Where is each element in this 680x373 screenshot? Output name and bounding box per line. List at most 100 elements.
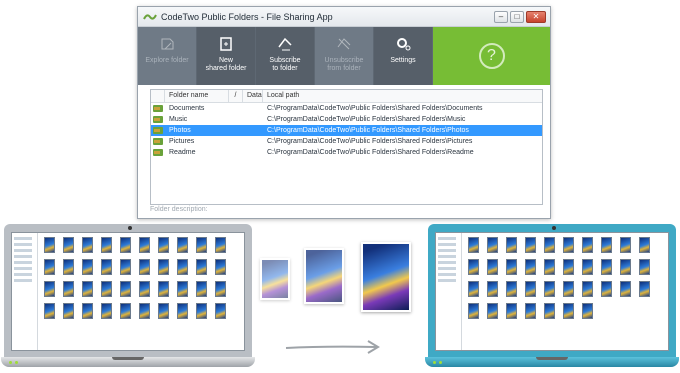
new-shared-folder-button[interactable]: New shared folder — [197, 27, 256, 85]
photo-thumbnail[interactable] — [601, 259, 612, 275]
photo-thumbnail[interactable] — [468, 259, 479, 275]
photo-thumbnail[interactable] — [63, 259, 74, 275]
header-folder-name[interactable]: Folder name — [165, 90, 229, 102]
photo-thumbnail[interactable] — [563, 259, 574, 275]
photo-thumbnail[interactable] — [468, 303, 479, 319]
photo-thumbnail[interactable] — [620, 237, 631, 253]
photo-thumbnail[interactable] — [506, 281, 517, 297]
photo-thumbnail[interactable] — [63, 303, 74, 319]
photo-thumbnail[interactable] — [215, 303, 226, 319]
photo-thumbnail[interactable] — [101, 281, 112, 297]
photo-thumbnail[interactable] — [582, 303, 593, 319]
photo-thumbnail[interactable] — [158, 237, 169, 253]
photo-thumbnail[interactable] — [639, 237, 650, 253]
photo-thumbnail[interactable] — [44, 303, 55, 319]
photo-thumbnail[interactable] — [639, 259, 650, 275]
photo-thumbnail[interactable] — [82, 259, 93, 275]
photo-thumbnail[interactable] — [139, 259, 150, 275]
photo-thumbnail[interactable] — [177, 303, 188, 319]
photo-thumbnail[interactable] — [582, 281, 593, 297]
photo-thumbnail[interactable] — [525, 237, 536, 253]
photo-thumbnail[interactable] — [158, 303, 169, 319]
photo-thumbnail[interactable] — [544, 303, 555, 319]
photo-thumbnail[interactable] — [468, 237, 479, 253]
maximize-button[interactable]: □ — [510, 10, 524, 23]
photo-thumbnail[interactable] — [563, 237, 574, 253]
photo-thumbnail[interactable] — [139, 281, 150, 297]
photo-thumbnail[interactable] — [196, 259, 207, 275]
photo-thumbnail[interactable] — [120, 259, 131, 275]
photo-thumbnail[interactable] — [177, 237, 188, 253]
photo-thumbnail[interactable] — [44, 281, 55, 297]
photo-thumbnail[interactable] — [139, 237, 150, 253]
photo-thumbnail[interactable] — [120, 237, 131, 253]
table-row[interactable]: Documents C:\ProgramData\CodeTwo\Public … — [151, 103, 542, 114]
photo-thumbnail[interactable] — [120, 303, 131, 319]
photo-thumbnail[interactable] — [215, 237, 226, 253]
minimize-button[interactable]: – — [494, 10, 508, 23]
photo-thumbnail[interactable] — [506, 259, 517, 275]
photo-thumbnail[interactable] — [563, 281, 574, 297]
photo-thumbnail[interactable] — [487, 281, 498, 297]
photo-thumbnail[interactable] — [101, 259, 112, 275]
photo-thumbnail[interactable] — [177, 259, 188, 275]
photo-thumbnail[interactable] — [620, 259, 631, 275]
window-controls: – □ ✕ — [494, 10, 550, 23]
photo-thumbnail[interactable] — [177, 281, 188, 297]
photo-thumbnail[interactable] — [44, 259, 55, 275]
photo-thumbnail[interactable] — [82, 281, 93, 297]
photo-thumbnail[interactable] — [639, 281, 650, 297]
photo-thumbnail[interactable] — [196, 303, 207, 319]
photo-thumbnail[interactable] — [487, 259, 498, 275]
photo-thumbnail[interactable] — [525, 303, 536, 319]
photo-thumbnail[interactable] — [506, 303, 517, 319]
photo-thumbnail[interactable] — [468, 281, 479, 297]
help-button[interactable]: ? — [478, 43, 505, 69]
photo-thumbnail[interactable] — [544, 237, 555, 253]
photo-thumbnail[interactable] — [101, 303, 112, 319]
folder-description-field[interactable]: Folder description: — [150, 206, 208, 213]
photo-thumbnail[interactable] — [487, 237, 498, 253]
photo-thumbnail[interactable] — [563, 303, 574, 319]
photo-thumbnail[interactable] — [601, 237, 612, 253]
photo-thumbnail[interactable] — [101, 237, 112, 253]
photo-thumbnail[interactable] — [525, 281, 536, 297]
photo-thumbnail[interactable] — [44, 237, 55, 253]
photo-thumbnail[interactable] — [139, 303, 150, 319]
photo-thumbnail[interactable] — [506, 237, 517, 253]
photo-thumbnail[interactable] — [120, 281, 131, 297]
folder-name-cell: Pictures — [169, 138, 195, 145]
table-row[interactable]: Readme C:\ProgramData\CodeTwo\Public Fol… — [151, 147, 542, 158]
subscribe-to-folder-button[interactable]: Subscribe to folder — [256, 27, 315, 85]
table-row[interactable]: Music C:\ProgramData\CodeTwo\Public Fold… — [151, 114, 542, 125]
shared-folder-icon — [153, 127, 163, 134]
photo-thumbnail[interactable] — [601, 281, 612, 297]
photo-thumbnail[interactable] — [582, 237, 593, 253]
header-data[interactable]: Data — [243, 90, 263, 102]
photo-thumbnail[interactable] — [620, 281, 631, 297]
photo-thumbnail[interactable] — [158, 259, 169, 275]
photo-thumbnail[interactable] — [487, 303, 498, 319]
photo-thumbnail[interactable] — [196, 237, 207, 253]
explore-folder-button[interactable]: Explore folder — [138, 27, 197, 85]
settings-button[interactable]: Settings — [374, 27, 433, 85]
photo-thumbnail[interactable] — [544, 259, 555, 275]
photo-thumbnail[interactable] — [544, 281, 555, 297]
header-slash[interactable]: / — [229, 90, 243, 102]
photo-thumbnail[interactable] — [158, 281, 169, 297]
unsubscribe-from-folder-button[interactable]: Unsubscribe from folder — [315, 27, 374, 85]
photo-thumbnail[interactable] — [525, 259, 536, 275]
photo-thumbnail[interactable] — [82, 303, 93, 319]
laptop-base — [425, 357, 679, 367]
photo-thumbnail[interactable] — [63, 237, 74, 253]
photo-thumbnail[interactable] — [215, 259, 226, 275]
photo-thumbnail[interactable] — [582, 259, 593, 275]
header-local-path[interactable]: Local path — [263, 90, 542, 102]
close-button[interactable]: ✕ — [526, 10, 546, 23]
table-row-selected[interactable]: Photos C:\ProgramData\CodeTwo\Public Fol… — [151, 125, 542, 136]
photo-thumbnail[interactable] — [63, 281, 74, 297]
photo-thumbnail[interactable] — [215, 281, 226, 297]
photo-thumbnail[interactable] — [196, 281, 207, 297]
photo-thumbnail[interactable] — [82, 237, 93, 253]
table-row[interactable]: Pictures C:\ProgramData\CodeTwo\Public F… — [151, 136, 542, 147]
